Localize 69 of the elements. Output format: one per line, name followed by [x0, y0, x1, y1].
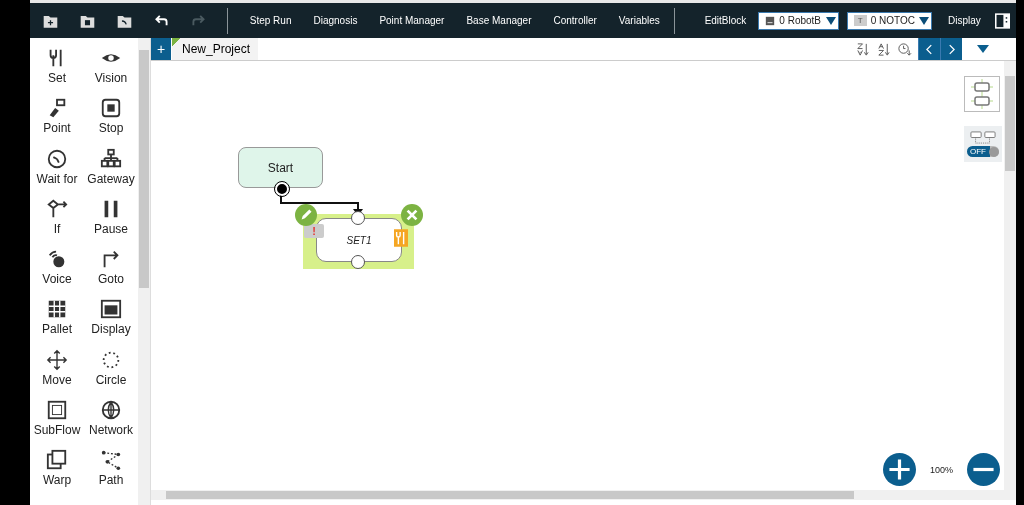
caret-icon — [977, 45, 989, 53]
warning-badge: ! — [304, 224, 324, 238]
stacked-windows-icon — [46, 449, 68, 472]
palette-item[interactable]: Set — [30, 47, 84, 98]
project-tab[interactable]: New_Project — [172, 38, 259, 60]
sort-descending-icon[interactable] — [855, 41, 870, 57]
caret-icon — [825, 16, 836, 25]
palette-item[interactable]: Circle — [84, 348, 138, 400]
tool-select[interactable]: T 0 NOTOC — [846, 11, 932, 30]
menu-item[interactable]: Diagnosis — [305, 15, 366, 26]
palette-item[interactable]: SubFlow — [30, 399, 84, 450]
edit-block-button[interactable]: EditBlock — [696, 15, 755, 26]
palette-item[interactable]: Goto — [84, 248, 138, 299]
set-node[interactable]: SET1 — [316, 218, 402, 262]
palette-item[interactable]: Move — [30, 348, 84, 400]
palette-scrollbar[interactable] — [138, 38, 150, 505]
side-panel-icon[interactable] — [994, 11, 1011, 30]
tool-badge: T — [853, 15, 867, 26]
palette-item[interactable]: Pause — [84, 197, 138, 249]
tool-select-value: 0 NOTOC — [870, 15, 915, 26]
palette-item[interactable]: Point — [30, 97, 84, 148]
palette-item[interactable]: Vision — [84, 47, 138, 98]
chevron-left-icon — [926, 43, 933, 55]
palette-item[interactable]: Wait for — [30, 147, 84, 198]
next-button[interactable] — [940, 38, 962, 60]
menu-item[interactable]: Step Run — [241, 15, 300, 26]
move-arrows-icon — [46, 348, 68, 371]
add-tab-button[interactable]: + — [151, 38, 171, 60]
zoom-level: 100% — [929, 464, 953, 475]
sort-ascending-icon[interactable] — [876, 41, 891, 57]
globe-icon — [100, 399, 122, 422]
palette-item[interactable]: Path — [84, 449, 138, 500]
robot-select[interactable]: 0 RobotB — [758, 11, 839, 30]
layout-icon[interactable] — [964, 76, 1000, 112]
palette-item[interactable]: Display — [84, 298, 138, 349]
palette-item[interactable]: Warp — [30, 449, 84, 500]
vertical-scrollbar[interactable] — [1004, 61, 1016, 490]
previous-button[interactable] — [918, 38, 940, 60]
diamond-arrow-icon — [46, 197, 68, 220]
clock-icon — [46, 147, 68, 170]
menu-item[interactable]: Controller — [545, 15, 605, 26]
node-label: SET1 — [346, 234, 372, 246]
palette-item[interactable]: Voice — [30, 248, 84, 299]
menu-item[interactable]: Variables — [610, 15, 668, 26]
chevron-right-icon — [948, 43, 955, 55]
start-label: Start — [267, 160, 294, 175]
menu-item[interactable]: Base Manager — [458, 15, 540, 26]
clock-sort-icon[interactable] — [897, 41, 912, 57]
robot-select-value: 0 RobotB — [779, 15, 822, 26]
palette-item[interactable]: Network — [84, 399, 138, 450]
menu-item[interactable]: Point Manager — [371, 15, 453, 26]
display-button[interactable]: Display — [939, 15, 989, 26]
caret-icon — [918, 16, 929, 25]
palette-item[interactable]: Stop — [84, 97, 138, 148]
zoom-out-icon[interactable] — [967, 453, 1000, 486]
stop-icon — [100, 97, 122, 120]
hierarchy-icon — [100, 147, 122, 170]
horizontal-scrollbar[interactable] — [151, 490, 1016, 500]
palette-item[interactable]: Gateway — [84, 147, 138, 198]
window-icon — [100, 298, 122, 321]
input-port[interactable] — [351, 211, 365, 225]
linked-nodes-icon — [969, 131, 997, 144]
dotted-path-icon — [100, 449, 122, 472]
zoom-in-icon[interactable] — [882, 453, 916, 486]
toggle-switch[interactable]: OFF — [967, 146, 999, 157]
subflow-icon — [46, 399, 68, 422]
palette-item[interactable]: Pallet — [30, 298, 84, 349]
palette-item[interactable]: If — [30, 197, 84, 249]
start-node[interactable]: Start — [238, 147, 323, 188]
